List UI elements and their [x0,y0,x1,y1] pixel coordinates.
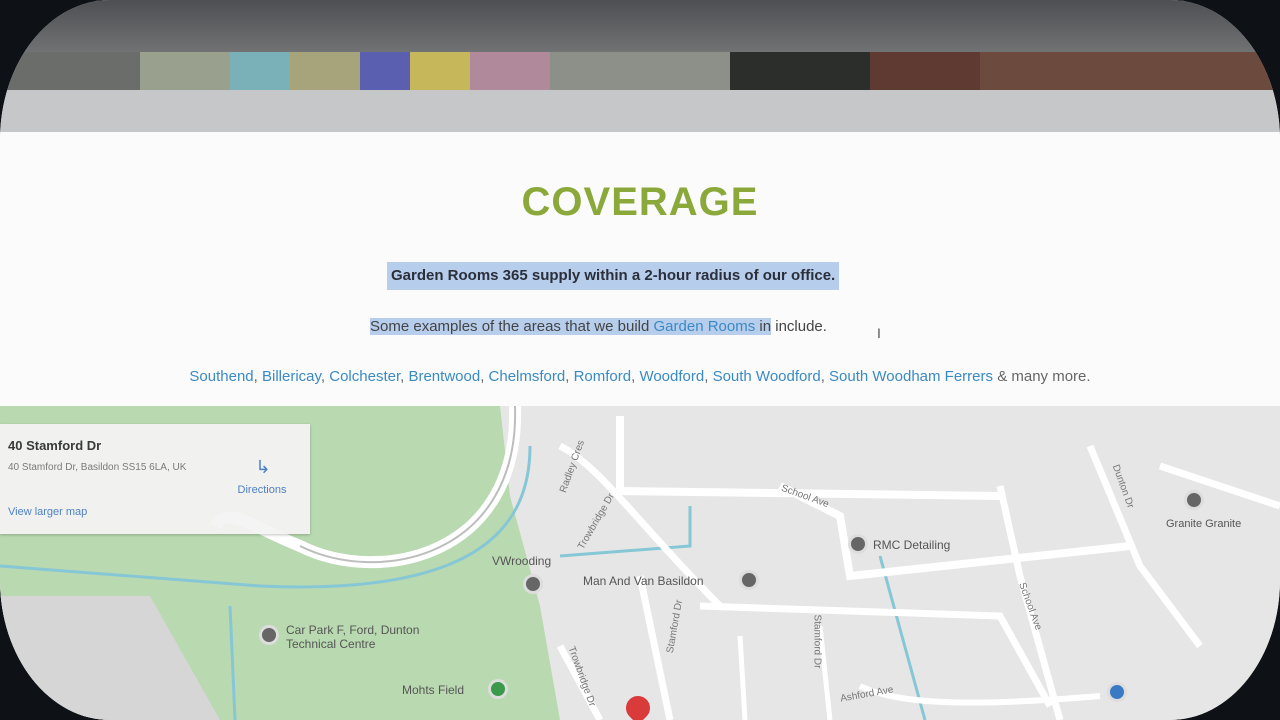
road [778,482,1131,581]
coverage-intro: Garden Rooms 365 supply within a 2-hour … [387,262,840,290]
examples-prefix: Some examples of the areas that we build [370,318,654,335]
poi-marker-icon[interactable] [259,625,279,645]
examples-suffix: include. [771,318,827,335]
text-cursor-icon: I [877,325,881,341]
examples-middle: in [755,318,772,335]
poi-marker-icon[interactable] [739,570,759,590]
place-info-card: 40 Stamford Dr 40 Stamford Dr, Basildon … [0,424,310,534]
directions-icon[interactable]: ↳ [252,457,274,477]
view-larger-map-link[interactable]: View larger map [8,506,87,518]
road [737,635,748,720]
place-address: 40 Stamford Dr, Basildon SS15 6LA, UK [8,462,187,473]
area-link[interactable]: Woodford [639,368,704,385]
place-title: 40 Stamford Dr [8,438,102,453]
directions-link[interactable]: Directions [232,484,292,496]
street-label: Stamford Dr [811,614,823,669]
poi-label[interactable]: RMC Detailing [873,538,950,552]
poi-label[interactable]: Granite Granite [1166,518,1241,530]
poi-label[interactable]: VWrooding [492,554,551,568]
area-link[interactable]: Brentwood [408,368,480,385]
area-link[interactable]: Chelmsford [489,368,566,385]
area-link[interactable]: South Woodford [713,368,821,385]
poi-label[interactable]: Man And Van Basildon [583,574,704,588]
coverage-examples: Some examples of the areas that we build… [370,313,827,341]
area-list: Southend, Billericay, Colchester, Brentw… [189,368,1091,385]
header-band [0,90,1280,132]
header-image-strip [0,52,1280,90]
embedded-map[interactable]: 40 Stamford Dr 40 Stamford Dr, Basildon … [0,406,1280,720]
garden-rooms-link[interactable]: Garden Rooms [653,318,756,335]
screen-frame: COVERAGE Garden Rooms 365 supply within … [0,0,1280,720]
areas-suffix: & many more. [997,368,1091,385]
top-bar [0,0,1280,52]
area-link[interactable]: Colchester [329,368,400,385]
area-link[interactable]: Southend [189,368,253,385]
coverage-section: COVERAGE Garden Rooms 365 supply within … [0,132,1280,406]
road [1158,462,1280,510]
poi-marker-icon[interactable] [1184,490,1204,510]
coverage-title: COVERAGE [521,180,759,224]
road [616,416,1001,500]
poi-label[interactable]: Car Park F, Ford, Dunton Technical Centr… [286,623,456,651]
area-link[interactable]: Romford [574,368,632,385]
area-link[interactable]: Billericay [262,368,321,385]
shop-marker-icon[interactable] [1107,682,1127,702]
park-marker-icon[interactable] [488,679,508,699]
road [858,683,1101,706]
area-link[interactable]: South Woodham Ferrers [829,368,993,385]
poi-marker-icon[interactable] [848,534,868,554]
poi-marker-icon[interactable] [523,574,543,594]
poi-label[interactable]: Mohts Field [402,683,464,697]
